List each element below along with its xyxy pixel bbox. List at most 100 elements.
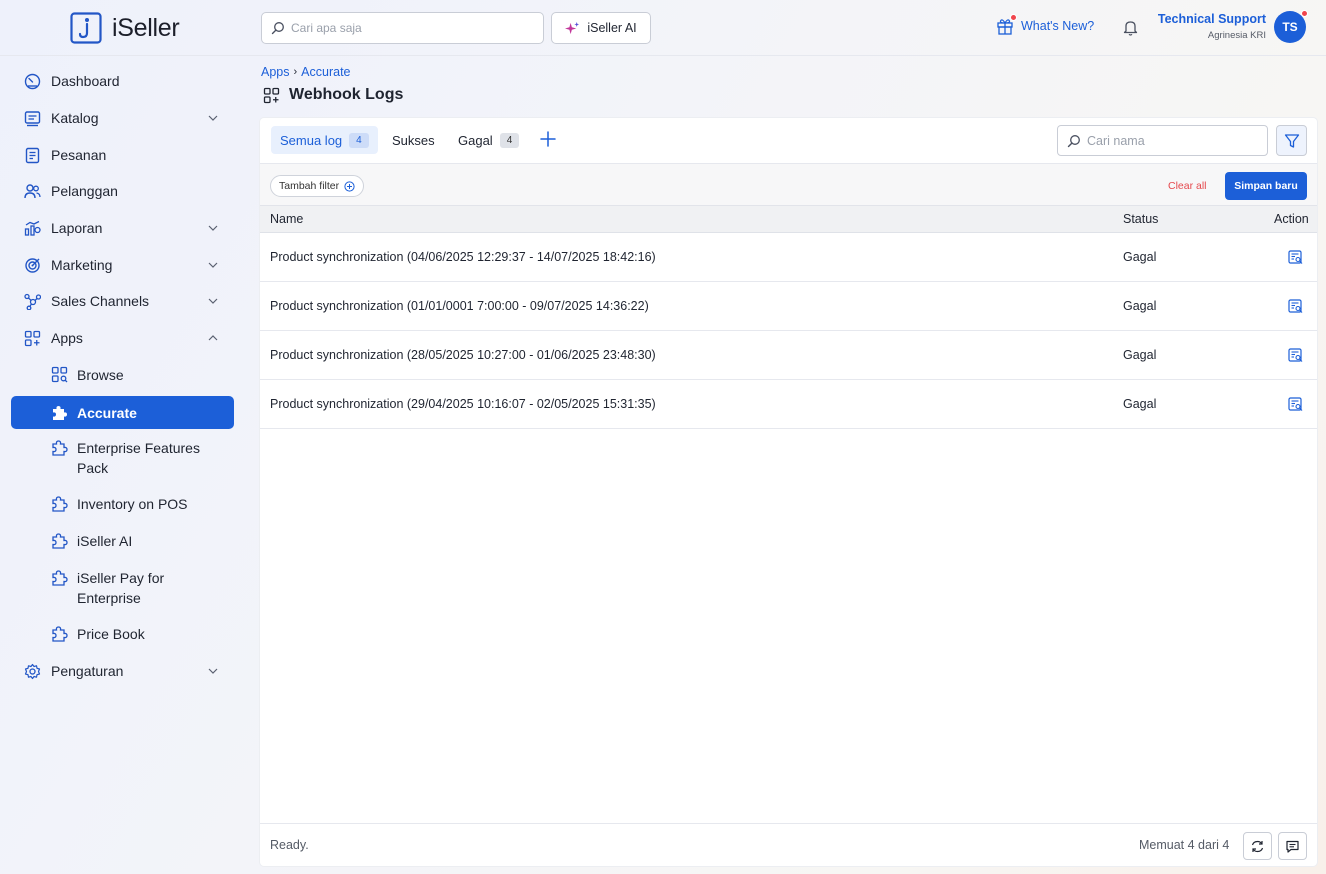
top-header: iSeller iSeller AI What's New? Technical… xyxy=(0,0,1326,56)
row-name: Product synchronization (01/01/0001 7:00… xyxy=(270,299,649,313)
tab-label: Sukses xyxy=(392,132,435,148)
view-details-icon[interactable] xyxy=(1288,250,1303,265)
sidebar-subitem-label: Inventory on POS xyxy=(77,496,188,512)
marketing-icon xyxy=(25,257,40,273)
column-header-name[interactable]: Name xyxy=(270,212,303,226)
plus-circle-icon xyxy=(344,180,355,192)
breadcrumb-link-apps[interactable]: Apps xyxy=(261,65,290,79)
tab-label: Gagal xyxy=(458,132,493,148)
sidebar-item-label: Laporan xyxy=(51,220,103,236)
table-row[interactable]: Product synchronization (04/06/2025 12:2… xyxy=(260,233,1317,282)
sidebar-item-label: Apps xyxy=(51,330,83,346)
user-info[interactable]: Technical Support Agrinesia KRI xyxy=(1158,12,1266,41)
sidebar-item-pengaturan[interactable]: Pengaturan xyxy=(11,654,234,688)
iseller-ai-button[interactable]: iSeller AI xyxy=(551,12,651,44)
tab-gagal[interactable]: Gagal 4 xyxy=(449,126,528,154)
sidebar-subitem-inventory-on-pos[interactable]: Inventory on POS xyxy=(11,494,234,514)
tab-semua-log[interactable]: Semua log 4 xyxy=(271,126,378,154)
table-row[interactable]: Product synchronization (29/04/2025 10:1… xyxy=(260,380,1317,429)
sidebar-subitem-label: Browse xyxy=(77,367,124,383)
sidebar-subitem-browse[interactable]: Browse xyxy=(11,365,234,385)
row-name: Product synchronization (28/05/2025 10:2… xyxy=(270,348,656,362)
app-logo[interactable]: iSeller xyxy=(70,12,180,44)
clear-all-link[interactable]: Clear all xyxy=(1168,180,1207,192)
feedback-button[interactable] xyxy=(1278,832,1307,860)
customers-icon xyxy=(24,183,41,198)
row-status: Gagal xyxy=(1123,299,1157,313)
funnel-icon xyxy=(1284,133,1299,148)
add-tab-plus-icon[interactable] xyxy=(539,130,557,148)
column-header-status[interactable]: Status xyxy=(1123,212,1158,226)
tab-count-badge: 4 xyxy=(499,132,520,148)
filter-bar: Tambah filter Clear all Simpan baru xyxy=(260,164,1317,206)
name-search-input[interactable] xyxy=(1087,133,1257,148)
settings-gear-icon xyxy=(24,663,41,679)
bell-icon[interactable] xyxy=(1123,19,1138,36)
puzzle-icon xyxy=(52,626,68,642)
breadcrumb: Apps › Accurate xyxy=(261,65,351,79)
sidebar-item-label: Pengaturan xyxy=(51,663,124,679)
sidebar-item-label: Katalog xyxy=(51,110,99,126)
sidebar-subitem-label: iSeller AI xyxy=(77,533,133,549)
gift-icon xyxy=(996,14,1017,35)
table-row[interactable]: Product synchronization (01/01/0001 7:00… xyxy=(260,282,1317,331)
notification-dot xyxy=(1010,14,1017,21)
status-text: Ready. xyxy=(270,838,309,852)
table-row[interactable]: Product synchronization (28/05/2025 10:2… xyxy=(260,331,1317,380)
tab-sukses[interactable]: Sukses xyxy=(383,126,444,154)
refresh-icon xyxy=(1251,840,1264,852)
row-status: Gagal xyxy=(1123,397,1157,411)
status-footer: Ready. Memuat 4 dari 4 xyxy=(260,823,1317,866)
row-name: Product synchronization (04/06/2025 12:2… xyxy=(270,250,656,264)
chevron-down-icon xyxy=(208,668,218,674)
sidebar-subitem-label: Accurate xyxy=(77,404,137,421)
sidebar-item-pelanggan[interactable]: Pelanggan xyxy=(11,174,234,208)
user-name: Technical Support xyxy=(1157,12,1266,26)
chevron-up-icon xyxy=(208,335,218,341)
iseller-logo-icon xyxy=(70,12,102,44)
sidebar-subitem-accurate[interactable]: Accurate xyxy=(11,396,234,429)
global-search-input[interactable] xyxy=(291,21,521,35)
sidebar-item-marketing[interactable]: Marketing xyxy=(11,248,234,282)
refresh-button[interactable] xyxy=(1243,832,1272,860)
sidebar-subitem-price-book[interactable]: Price Book xyxy=(11,624,234,644)
search-icon xyxy=(271,22,284,35)
whats-new-link[interactable]: What's New? xyxy=(996,14,1094,35)
notification-dot xyxy=(1301,10,1308,17)
apps-icon xyxy=(24,330,41,346)
sidebar-item-apps[interactable]: Apps xyxy=(11,321,234,355)
filter-button[interactable] xyxy=(1276,125,1307,156)
sidebar-subitem-enterprise-features-pack[interactable]: Enterprise Features Pack xyxy=(11,438,234,480)
sidebar-item-sales-channels[interactable]: Sales Channels xyxy=(11,284,234,318)
sidebar-subitem-iseller-pay-for-enterprise[interactable]: iSeller Pay for Enterprise xyxy=(11,568,234,610)
view-details-icon[interactable] xyxy=(1288,397,1303,412)
orders-icon xyxy=(25,147,40,163)
sales-channels-icon xyxy=(24,293,41,310)
reports-icon xyxy=(24,220,41,236)
breadcrumb-separator: › xyxy=(293,66,298,78)
sidebar-item-pesanan[interactable]: Pesanan xyxy=(11,138,234,172)
global-search[interactable] xyxy=(261,12,544,44)
view-details-icon[interactable] xyxy=(1288,348,1303,363)
chevron-down-icon xyxy=(208,262,218,268)
table-header: Name Status Action xyxy=(260,206,1317,233)
browse-icon xyxy=(51,366,68,383)
avatar[interactable]: TS xyxy=(1274,10,1308,43)
add-filter-button[interactable]: Tambah filter xyxy=(270,175,365,197)
view-details-icon[interactable] xyxy=(1288,299,1303,314)
sidebar-subitem-label: Enterprise Features Pack xyxy=(77,440,200,476)
tab-count-badge: 4 xyxy=(349,132,369,148)
app-name: iSeller xyxy=(112,13,180,42)
name-search[interactable] xyxy=(1057,125,1268,156)
puzzle-icon xyxy=(52,496,68,512)
sidebar-item-katalog[interactable]: Katalog xyxy=(11,101,234,135)
sidebar-item-dashboard[interactable]: Dashboard xyxy=(11,64,234,98)
dashboard-icon xyxy=(24,73,41,89)
message-icon xyxy=(1286,840,1299,853)
save-new-button[interactable]: Simpan baru xyxy=(1225,172,1307,200)
breadcrumb-link-accurate[interactable]: Accurate xyxy=(301,65,350,79)
sidebar-item-laporan[interactable]: Laporan xyxy=(11,211,234,245)
sidebar-item-label: Sales Channels xyxy=(51,293,150,309)
chevron-down-icon xyxy=(208,225,218,231)
sidebar-subitem-iseller-ai[interactable]: iSeller AI xyxy=(11,531,234,551)
